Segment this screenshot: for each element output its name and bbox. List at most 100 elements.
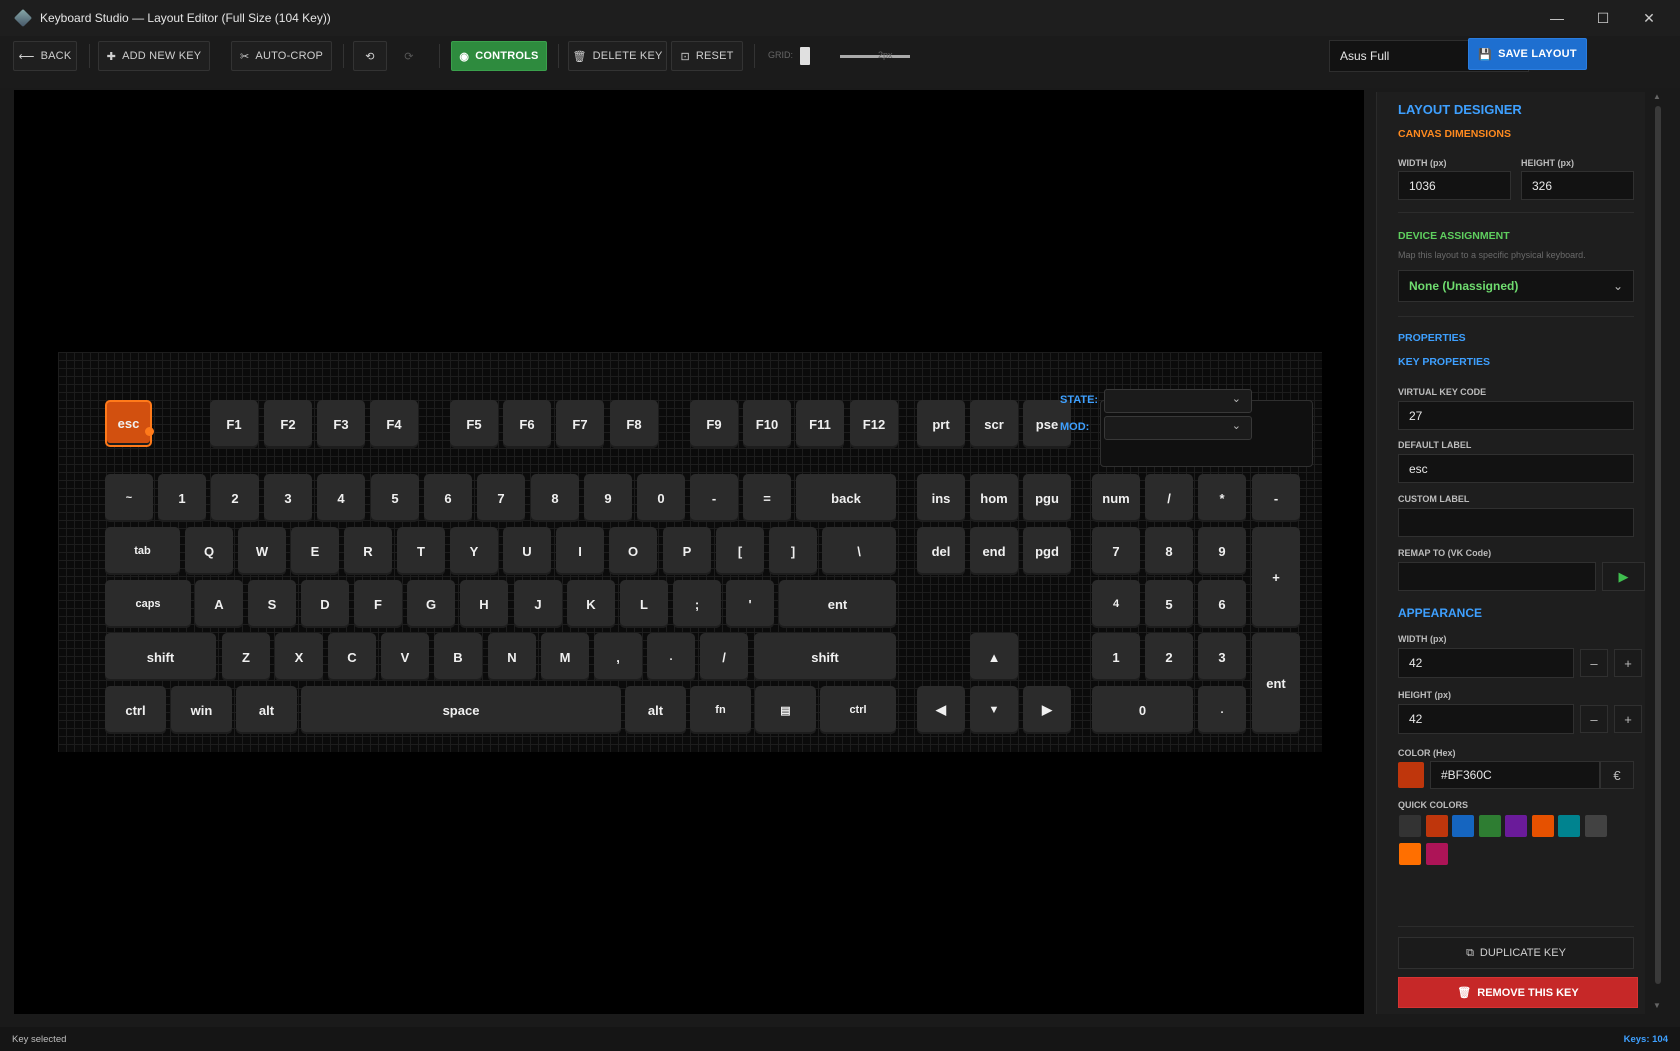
key[interactable]: F5	[450, 400, 498, 448]
key[interactable]: V	[381, 633, 429, 681]
duplicate-key-button[interactable]: ⧉ DUPLICATE KEY	[1398, 937, 1634, 969]
maximize-button[interactable]: ☐	[1580, 0, 1626, 36]
key[interactable]: '	[726, 580, 774, 628]
key[interactable]: F6	[503, 400, 551, 448]
width-increment-button[interactable]: +	[1614, 649, 1642, 677]
state-select[interactable]: ⌄	[1104, 389, 1252, 413]
height-increment-button[interactable]: +	[1614, 705, 1642, 733]
key[interactable]: W	[238, 527, 286, 575]
color-picker-button[interactable]: €	[1600, 761, 1634, 789]
key[interactable]: F7	[556, 400, 604, 448]
color-hex-input[interactable]: #BF360C	[1430, 761, 1600, 789]
add-new-key-button[interactable]: ✚ ADD NEW KEY	[98, 41, 210, 71]
key[interactable]: F3	[317, 400, 365, 448]
key[interactable]: R	[344, 527, 392, 575]
key[interactable]: =	[743, 474, 791, 522]
key[interactable]: num	[1092, 474, 1140, 522]
scroll-down-icon[interactable]: ▼	[1653, 1001, 1661, 1010]
quick-color-swatch[interactable]	[1452, 815, 1474, 837]
remove-key-button[interactable]: 🗑 REMOVE THIS KEY	[1398, 977, 1638, 1008]
key[interactable]: ▲	[970, 633, 1018, 681]
redo-button[interactable]: ⟳	[392, 41, 426, 71]
width-decrement-button[interactable]: –	[1580, 649, 1608, 677]
key[interactable]: ◀	[917, 686, 965, 734]
key[interactable]: F9	[690, 400, 738, 448]
key[interactable]: D	[301, 580, 349, 628]
quick-color-swatch[interactable]	[1505, 815, 1527, 837]
key[interactable]: shift	[105, 633, 216, 681]
key[interactable]: ins	[917, 474, 965, 522]
key[interactable]: 3	[264, 474, 312, 522]
key[interactable]: ent	[779, 580, 896, 628]
key[interactable]: U	[503, 527, 551, 575]
key[interactable]: S	[248, 580, 296, 628]
key[interactable]: /	[1145, 474, 1193, 522]
default-label-input[interactable]: esc	[1398, 454, 1634, 483]
key[interactable]: F11	[796, 400, 844, 448]
key[interactable]: \	[822, 527, 896, 575]
key[interactable]: ,	[594, 633, 642, 681]
key[interactable]: -	[690, 474, 738, 522]
save-layout-button[interactable]: 💾 SAVE LAYOUT	[1468, 38, 1587, 70]
key[interactable]: -	[1252, 474, 1300, 522]
key[interactable]: .	[647, 633, 695, 681]
vk-code-input[interactable]: 27	[1398, 401, 1634, 430]
quick-color-swatch[interactable]	[1399, 843, 1421, 865]
quick-color-swatch[interactable]	[1531, 815, 1554, 837]
key[interactable]: ctrl	[105, 686, 166, 734]
key[interactable]: 7	[1092, 527, 1140, 575]
key[interactable]: 4	[317, 474, 365, 522]
key[interactable]: A	[195, 580, 243, 628]
key[interactable]: *	[1198, 474, 1246, 522]
key[interactable]: tab	[105, 527, 180, 575]
key[interactable]: G	[407, 580, 455, 628]
key[interactable]: F12	[850, 400, 898, 448]
canvas-width-input[interactable]: 1036	[1398, 171, 1511, 200]
key[interactable]: pgd	[1023, 527, 1071, 575]
key[interactable]: N	[488, 633, 536, 681]
key[interactable]: 8	[1145, 527, 1193, 575]
delete-key-button[interactable]: 🗑 DELETE KEY	[568, 41, 667, 71]
key[interactable]: scr	[970, 400, 1018, 448]
remap-input[interactable]	[1398, 562, 1596, 591]
key[interactable]: space	[301, 686, 621, 734]
key[interactable]: 1	[1092, 633, 1140, 681]
key[interactable]: F4	[370, 400, 418, 448]
key[interactable]: 9	[1198, 527, 1246, 575]
key[interactable]: 4	[1092, 580, 1140, 628]
key[interactable]: Y	[450, 527, 498, 575]
mod-select[interactable]: ⌄	[1104, 416, 1252, 440]
key[interactable]: shift	[754, 633, 896, 681]
key[interactable]: M	[541, 633, 589, 681]
grid-slider-track[interactable]	[840, 55, 910, 58]
key[interactable]: /	[700, 633, 748, 681]
key-width-input[interactable]: 42	[1398, 648, 1574, 678]
close-button[interactable]: ✕	[1626, 0, 1672, 36]
key[interactable]: win	[171, 686, 232, 734]
key[interactable]: Q	[185, 527, 233, 575]
key[interactable]: prt	[917, 400, 965, 448]
key[interactable]: F10	[743, 400, 791, 448]
key[interactable]: 7	[477, 474, 525, 522]
key[interactable]: .	[1198, 686, 1246, 734]
key[interactable]: [	[716, 527, 764, 575]
key[interactable]: back	[796, 474, 896, 522]
key[interactable]: X	[275, 633, 323, 681]
key[interactable]: H	[460, 580, 508, 628]
quick-color-swatch[interactable]	[1425, 843, 1448, 865]
key[interactable]: B	[434, 633, 482, 681]
quick-color-swatch[interactable]	[1399, 815, 1421, 837]
key[interactable]: 5	[371, 474, 419, 522]
key[interactable]: 8	[531, 474, 579, 522]
key[interactable]: +	[1252, 527, 1300, 628]
key[interactable]: I	[556, 527, 604, 575]
key[interactable]: 5	[1145, 580, 1193, 628]
key[interactable]: hom	[970, 474, 1018, 522]
key[interactable]: alt	[236, 686, 297, 734]
auto-crop-button[interactable]: ✂ AUTO-CROP	[231, 41, 332, 71]
key-height-input[interactable]: 42	[1398, 704, 1574, 734]
key-resize-handle[interactable]	[145, 427, 154, 436]
key[interactable]: ▼	[970, 686, 1018, 734]
key[interactable]: ▶	[1023, 686, 1071, 734]
quick-color-swatch[interactable]	[1584, 815, 1607, 837]
